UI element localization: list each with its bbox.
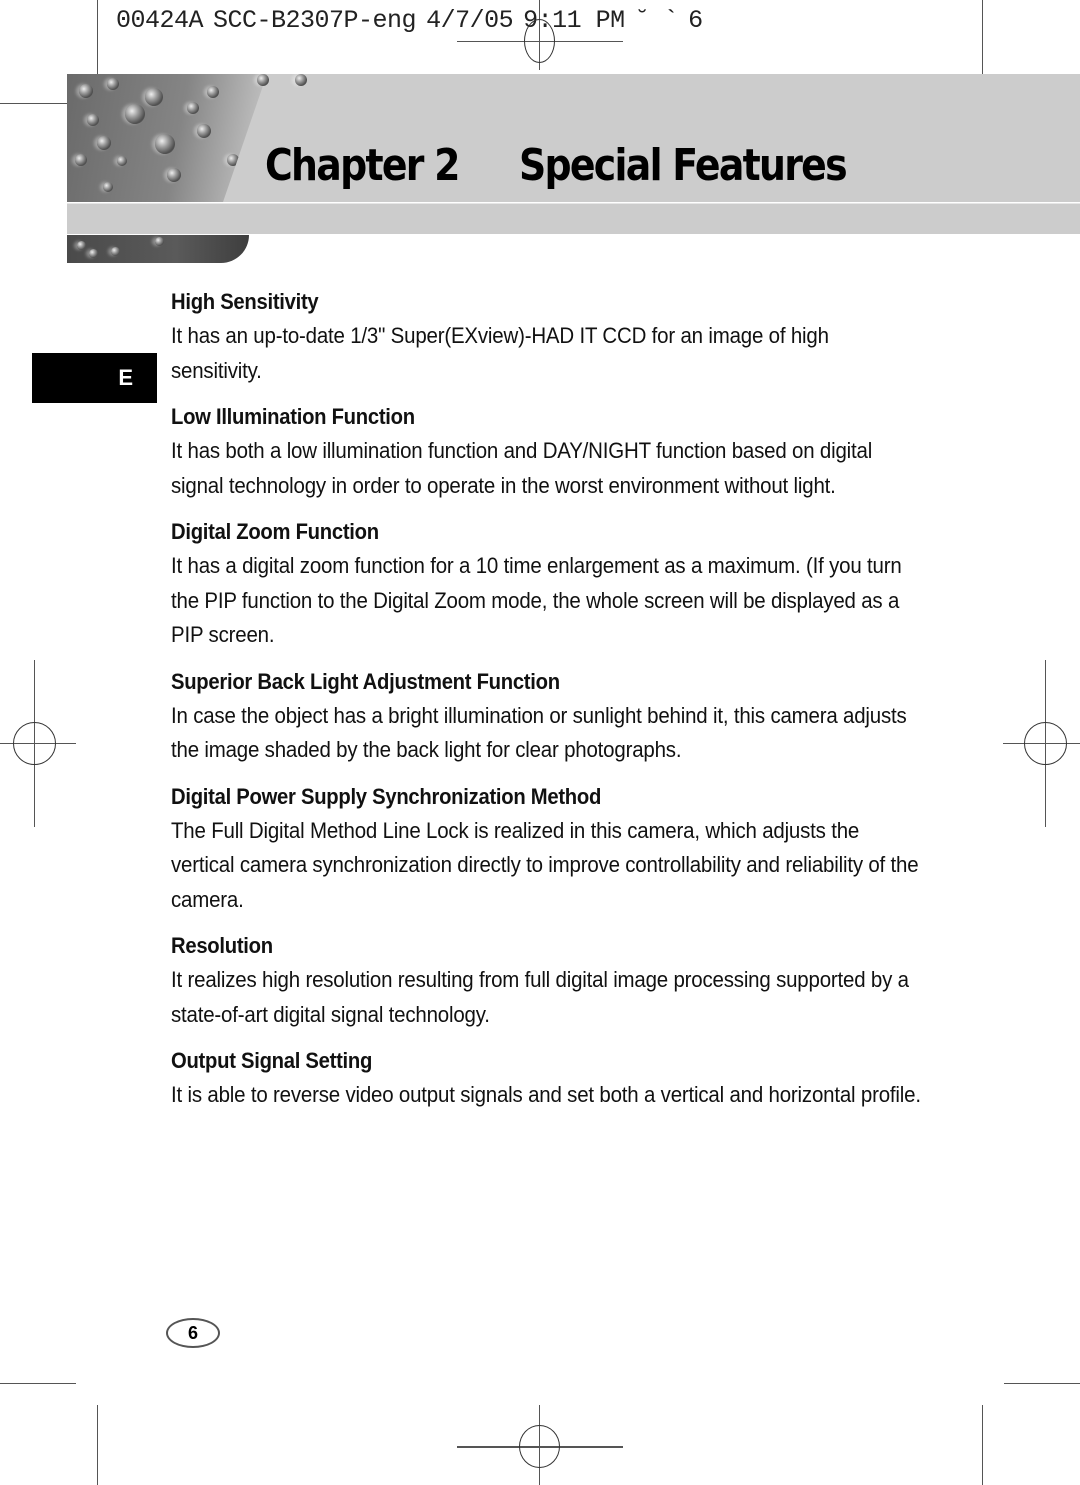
- feature-heading: Output Signal Setting: [171, 1048, 373, 1073]
- chapter-banner-strip: [67, 203, 1080, 234]
- crop-mark-bottom-left-v: [97, 1405, 98, 1485]
- print-slug: 00424A SCC-B2307P-eng 4/7/05 9:11 PM ˘ ` 6: [116, 6, 713, 35]
- drop-decoration: [89, 249, 98, 258]
- feature-body: It has a digital zoom function for a 10 …: [171, 553, 902, 647]
- crop-mark-top-right-v: [982, 0, 983, 82]
- crop-mark-top-left-v: [97, 0, 98, 76]
- water-drops-tab-image: [67, 235, 249, 263]
- feature-section: Digital Zoom Function It has a digital z…: [171, 519, 931, 653]
- registration-mark-left-icon: [13, 722, 56, 765]
- feature-body: It is able to reverse video output signa…: [171, 1082, 921, 1107]
- drop-decoration: [125, 104, 145, 124]
- registration-mark-bottom-icon: [519, 1425, 560, 1468]
- feature-body: In case the object has a bright illumina…: [171, 702, 907, 763]
- feature-heading: Digital Power Supply Synchronization Met…: [171, 783, 602, 809]
- crop-mark-bottom-left-h: [0, 1383, 76, 1384]
- crop-mark-bottom-right-h: [1004, 1383, 1080, 1384]
- drop-decoration: [107, 78, 119, 90]
- drop-decoration: [295, 74, 307, 86]
- feature-section: Resolution It realizes high resolution r…: [171, 933, 931, 1032]
- drop-decoration: [145, 88, 163, 106]
- drop-decoration: [111, 247, 120, 256]
- feature-heading: Low Illumination Function: [171, 404, 415, 429]
- drop-decoration: [97, 136, 111, 150]
- feature-section: Low Illumination Function It has both a …: [171, 404, 931, 503]
- chapter-title: Special Features: [518, 140, 848, 191]
- drop-decoration: [117, 156, 127, 166]
- drop-decoration: [167, 168, 181, 182]
- language-tab-label: E: [118, 365, 133, 390]
- crop-mark-top-left-h: [0, 103, 76, 104]
- page-number-badge: 6: [166, 1318, 220, 1348]
- feature-body: It has an up-to-date 1/3" Super(EXview)-…: [171, 323, 829, 383]
- feature-section: Digital Power Supply Synchronization Met…: [171, 784, 931, 918]
- drop-decoration: [207, 86, 219, 98]
- feature-body: The Full Digital Method Line Lock is rea…: [171, 817, 919, 912]
- slug-marks: ˘ `: [634, 6, 679, 35]
- drop-decoration: [257, 74, 269, 86]
- registration-mark-right-icon: [1024, 722, 1067, 765]
- feature-section: Superior Back Light Adjustment Function …: [171, 669, 931, 768]
- slug-file-name: SCC-B2307P-eng: [213, 6, 417, 35]
- registration-mark-top-icon: [524, 19, 555, 63]
- crop-mark-bottom-right-v: [982, 1405, 983, 1485]
- drop-decoration: [103, 182, 113, 192]
- feature-heading: Digital Zoom Function: [171, 519, 379, 544]
- drop-decoration: [187, 102, 199, 114]
- feature-section: Output Signal Setting It is able to reve…: [171, 1048, 931, 1113]
- drop-decoration: [155, 134, 175, 154]
- drop-decoration: [87, 114, 99, 126]
- language-tab: E: [32, 353, 157, 403]
- feature-section: High Sensitivity It has an up-to-date 1/…: [171, 289, 931, 388]
- water-drops-image-extension: [255, 74, 335, 94]
- feature-body: It realizes high resolution resulting fr…: [171, 967, 909, 1027]
- feature-body: It has both a low illumination function …: [171, 438, 873, 498]
- page-number: 6: [187, 1322, 198, 1343]
- chapter-heading: Chapter 2 Special Features: [265, 140, 848, 191]
- slug-job-id: 00424A: [116, 6, 204, 35]
- features-list: High Sensitivity It has an up-to-date 1/…: [171, 289, 931, 1129]
- feature-heading: Resolution: [171, 933, 273, 958]
- drop-decoration: [79, 84, 93, 98]
- feature-heading: Superior Back Light Adjustment Function: [171, 668, 560, 694]
- drop-decoration: [155, 237, 164, 246]
- drop-decoration: [77, 241, 86, 250]
- slug-page: 6: [688, 6, 703, 35]
- feature-heading: High Sensitivity: [171, 289, 319, 314]
- drop-decoration: [75, 154, 87, 166]
- slug-date: 4/7/05: [426, 6, 514, 35]
- chapter-label: Chapter 2: [265, 140, 460, 191]
- drop-decoration: [197, 124, 211, 138]
